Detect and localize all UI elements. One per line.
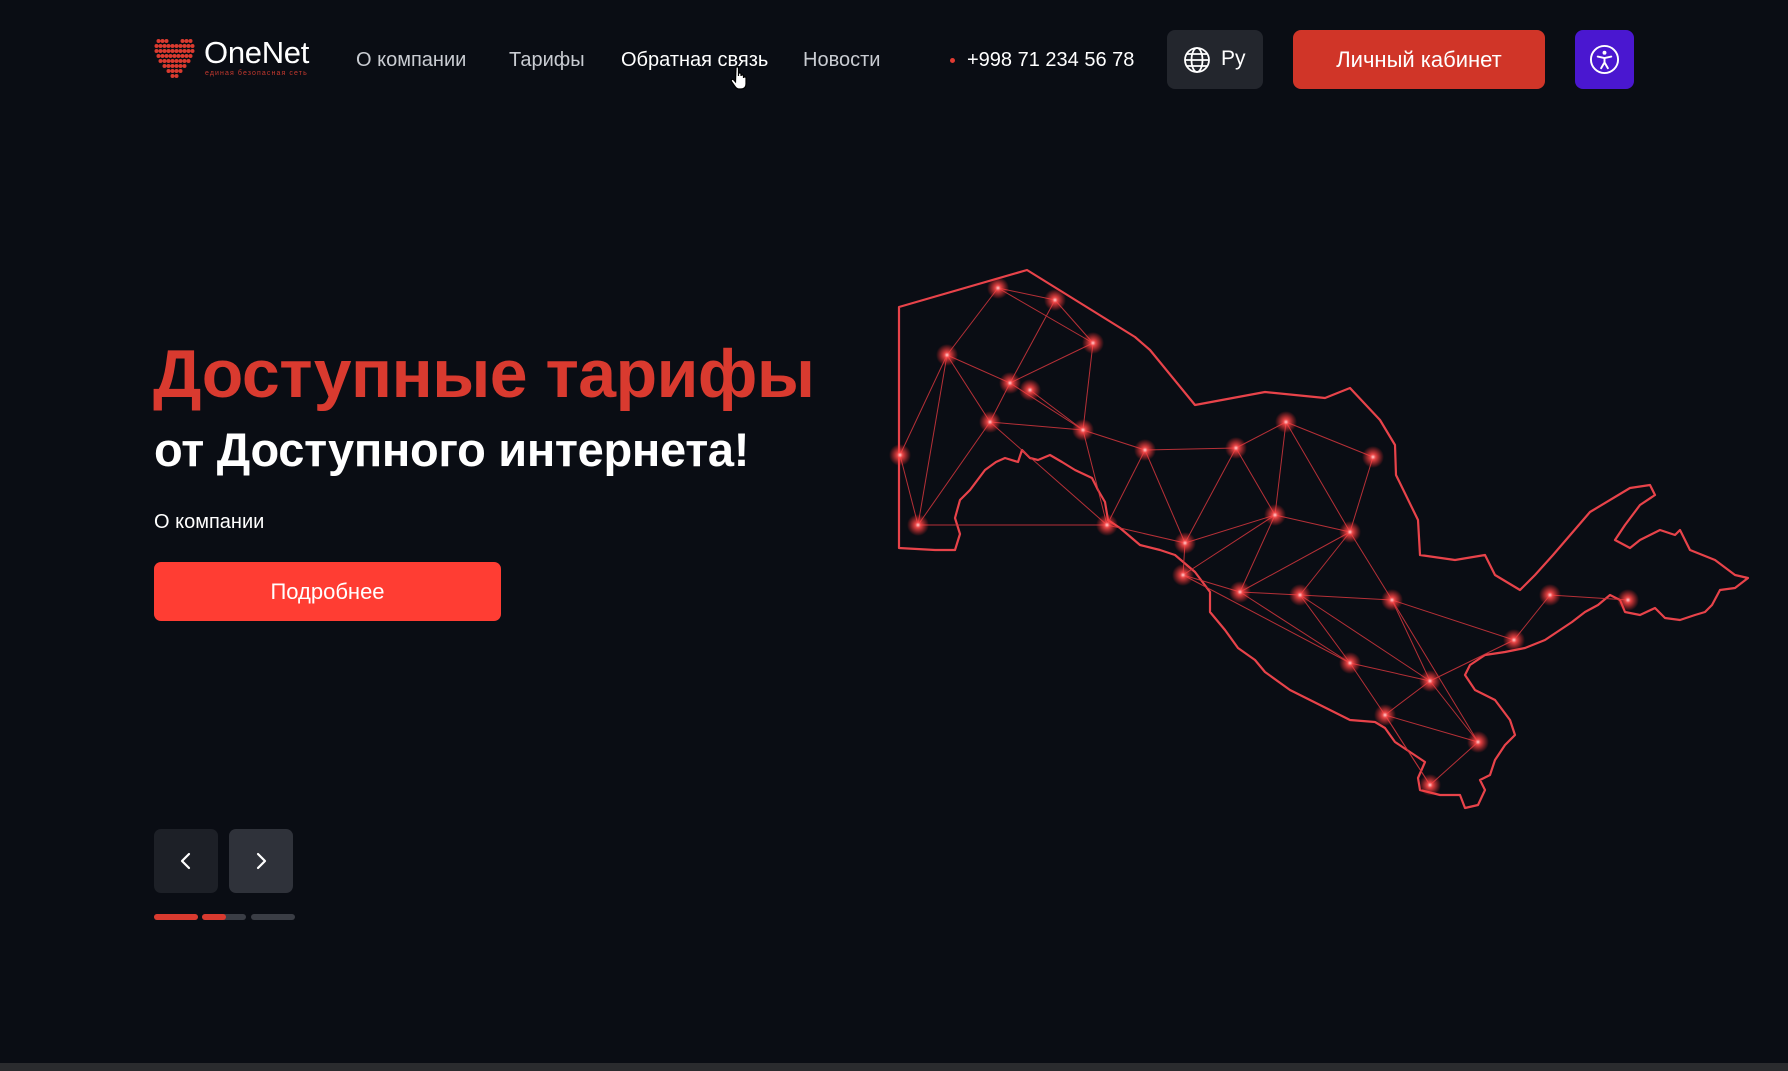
network-node bbox=[1419, 774, 1441, 796]
slider-next-button[interactable] bbox=[229, 829, 293, 893]
network-node bbox=[1467, 731, 1489, 753]
network-node bbox=[1381, 589, 1403, 611]
bottom-strip bbox=[0, 1063, 1788, 1071]
network-node bbox=[907, 514, 929, 536]
accessibility-button[interactable] bbox=[1575, 30, 1634, 89]
network-node bbox=[999, 372, 1021, 394]
network-node bbox=[1082, 332, 1104, 354]
network-node bbox=[1225, 437, 1247, 459]
network-node bbox=[1289, 584, 1311, 606]
nav-item-tariffs[interactable]: Тарифы bbox=[509, 46, 585, 74]
network-node bbox=[1264, 504, 1286, 526]
network-node bbox=[1539, 584, 1561, 606]
nav-item-about[interactable]: О компании bbox=[356, 46, 466, 74]
network-node bbox=[987, 277, 1009, 299]
network-node bbox=[1172, 564, 1194, 586]
language-switcher[interactable]: Ру bbox=[1167, 30, 1263, 89]
brand-name: OneNet bbox=[204, 35, 310, 70]
slider-prev-button[interactable] bbox=[154, 829, 218, 893]
chevron-right-icon bbox=[256, 852, 267, 870]
network-node bbox=[936, 344, 958, 366]
globe-icon bbox=[1184, 47, 1210, 73]
network-node bbox=[979, 411, 1001, 433]
site-header: OneNet единая безопасная сеть О компании… bbox=[0, 0, 1788, 120]
network-node bbox=[1072, 419, 1094, 441]
network-node bbox=[1374, 704, 1396, 726]
brand-tagline: единая безопасная сеть bbox=[205, 70, 308, 77]
network-node bbox=[1339, 652, 1361, 674]
network-node bbox=[1339, 521, 1361, 543]
accessibility-icon bbox=[1589, 44, 1620, 75]
hero-subtitle: от Доступного интернета! bbox=[154, 423, 750, 476]
hero-about-link[interactable]: О компании bbox=[154, 508, 264, 536]
network-node bbox=[1362, 446, 1384, 468]
heart-grid-logo-icon bbox=[154, 39, 195, 78]
network-node bbox=[1096, 514, 1118, 536]
uzbekistan-network-map bbox=[889, 268, 1750, 810]
slider-dot-1[interactable] bbox=[154, 914, 198, 920]
slider-dot-3[interactable] bbox=[251, 914, 295, 920]
phone-number[interactable]: +998 71 234 56 78 bbox=[967, 46, 1134, 74]
personal-cabinet-button[interactable]: Личный кабинет bbox=[1293, 30, 1545, 89]
network-node bbox=[1503, 629, 1525, 651]
network-node bbox=[1019, 379, 1041, 401]
network-node bbox=[1174, 532, 1196, 554]
nav-item-news[interactable]: Новости bbox=[803, 46, 880, 74]
hand-pointer-cursor-icon bbox=[731, 66, 747, 90]
chevron-left-icon bbox=[180, 852, 191, 870]
hero-title: Доступные тарифы bbox=[153, 336, 815, 412]
more-details-button[interactable]: Подробнее bbox=[154, 562, 501, 621]
network-node bbox=[1229, 581, 1251, 603]
language-label: Ру bbox=[1221, 47, 1246, 70]
network-node bbox=[1275, 411, 1297, 433]
network-node bbox=[1134, 439, 1156, 461]
network-node bbox=[1044, 289, 1066, 311]
phone-status-dot bbox=[950, 58, 955, 63]
slider-dot-2[interactable] bbox=[202, 914, 246, 920]
network-node bbox=[889, 444, 911, 466]
brand-logo[interactable]: OneNet единая безопасная сеть bbox=[154, 34, 320, 84]
network-node bbox=[1617, 589, 1639, 611]
country-outline bbox=[897, 268, 1750, 810]
network-node bbox=[1419, 670, 1441, 692]
